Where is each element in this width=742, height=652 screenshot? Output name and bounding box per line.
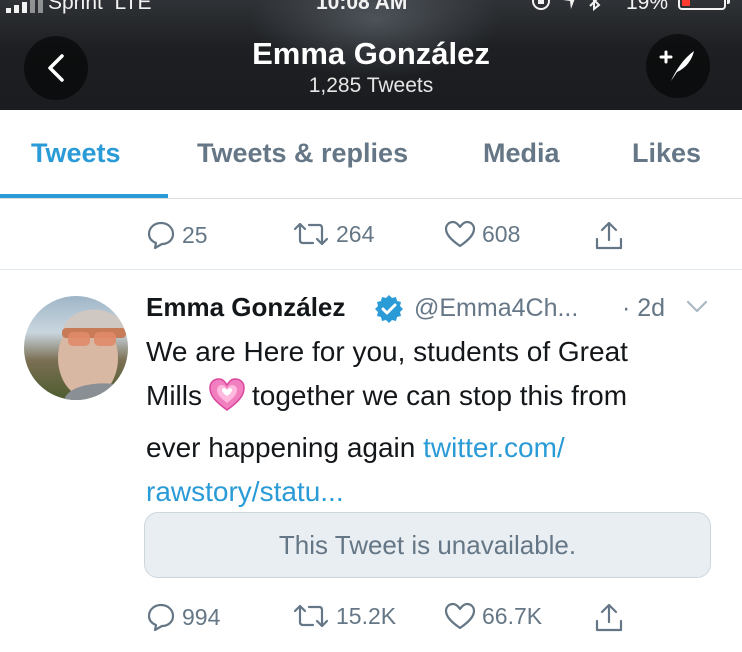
- reply-button[interactable]: 25: [146, 220, 208, 250]
- previous-tweet-actions: 25 264 608: [0, 208, 742, 268]
- avatar-photo: [58, 309, 128, 400]
- reply-count: 25: [182, 221, 208, 248]
- tweet-count: 1,285 Tweets: [308, 74, 434, 97]
- share-icon: [595, 221, 623, 250]
- tweet-header: Emma González @Emma4Ch... · 2d: [146, 292, 726, 326]
- location-arrow-icon: [563, 0, 575, 9]
- status-time: 10:08 AM: [316, 0, 408, 14]
- tweet-text: We are Here for you, students of Great M…: [146, 330, 726, 514]
- bluetooth-icon: [589, 0, 601, 11]
- profile-tabs: Tweets Tweets & replies Media Likes: [0, 110, 742, 199]
- retweet-count: 264: [336, 220, 375, 247]
- compose-tweet-button[interactable]: [646, 34, 710, 98]
- reply-count: 994: [182, 603, 221, 630]
- reply-button[interactable]: 994: [146, 602, 220, 632]
- share-button[interactable]: [594, 220, 624, 252]
- tweet-text-line: We are Here for you, students of Great: [146, 336, 628, 367]
- unavailable-message: This Tweet is unavailable.: [278, 529, 577, 560]
- battery-percent: 19%: [626, 0, 669, 14]
- tweet-divider: [0, 269, 742, 270]
- tweet-timestamp[interactable]: · 2d: [622, 294, 665, 323]
- retweet-icon: [293, 222, 329, 246]
- retweet-button[interactable]: 15.2K: [292, 602, 396, 630]
- growing-heart-emoji: [208, 377, 246, 426]
- tweet-link-continued[interactable]: rawstory/statu...: [146, 476, 344, 507]
- tweet-text-segment: ever happening again: [146, 432, 416, 463]
- tweet-author-name[interactable]: Emma González: [146, 292, 345, 323]
- compose-feather-icon: [659, 50, 694, 81]
- heart-outline-icon: [444, 602, 476, 630]
- rotation-lock-icon: [532, 0, 550, 10]
- like-button[interactable]: 66.7K: [444, 602, 542, 630]
- tweet-author-handle[interactable]: @Emma4Ch...: [414, 294, 578, 323]
- like-count: 66.7K: [482, 602, 543, 629]
- chevron-down-icon[interactable]: [686, 300, 708, 314]
- battery-icon: [678, 0, 730, 10]
- verified-badge-icon: [375, 295, 403, 323]
- quoted-tweet-unavailable[interactable]: This Tweet is unavailable.: [144, 512, 711, 578]
- tweet-actions: 994 15.2K 66.7K: [0, 590, 742, 650]
- tweet-text-segment: together we can stop this from: [252, 380, 628, 411]
- retweet-icon: [293, 604, 329, 628]
- tweet-text-segment: Mills: [146, 380, 202, 411]
- tab-likes[interactable]: Likes: [632, 138, 701, 169]
- avatar[interactable]: [24, 296, 128, 400]
- signal-strength-icon: [6, 0, 43, 13]
- share-button[interactable]: [594, 602, 624, 634]
- active-tab-indicator: [0, 194, 168, 198]
- profile-header: Sprint LTE 10:08 AM 19% Emma González 1,…: [0, 0, 742, 110]
- reply-icon: [147, 603, 175, 632]
- like-count: 608: [482, 220, 521, 247]
- tab-tweets[interactable]: Tweets: [31, 138, 121, 169]
- retweet-count: 15.2K: [336, 602, 397, 629]
- status-bar: Sprint LTE 10:08 AM 19%: [0, 0, 742, 15]
- tweet-link[interactable]: twitter.com/: [423, 432, 565, 463]
- tab-tweets-replies[interactable]: Tweets & replies: [197, 138, 408, 169]
- carrier-label: Sprint LTE: [48, 0, 152, 14]
- like-button[interactable]: 608: [444, 220, 520, 248]
- tab-media[interactable]: Media: [483, 138, 560, 169]
- profile-name-title: Emma González: [252, 36, 490, 71]
- heart-outline-icon: [444, 220, 476, 248]
- retweet-button[interactable]: 264: [292, 220, 374, 248]
- share-icon: [595, 603, 623, 632]
- reply-icon: [147, 221, 175, 250]
